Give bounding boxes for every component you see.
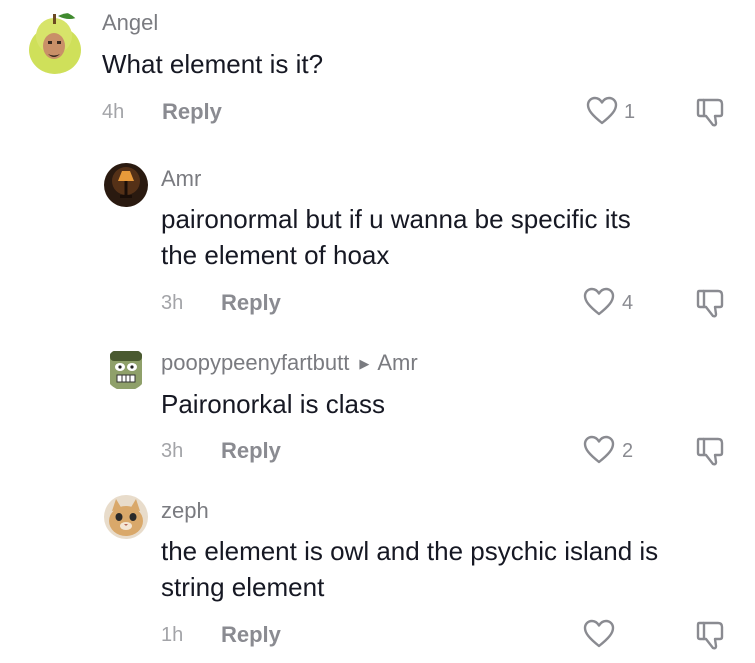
heart-icon[interactable] — [583, 619, 615, 649]
comment-text: the element is owl and the psychic islan… — [161, 533, 658, 605]
comment-text-line: string element — [161, 572, 325, 602]
comment-author[interactable]: zeph — [161, 498, 209, 524]
dislike-icon[interactable] — [694, 619, 726, 651]
reply-button[interactable]: Reply — [221, 622, 281, 648]
author-name: zeph — [161, 498, 209, 523]
cat-avatar-icon — [104, 495, 148, 539]
avatar[interactable] — [104, 495, 148, 539]
comment-zeph: zeph the element is owl and the psychic … — [0, 0, 755, 663]
comment-text-line: the element is owl and the psychic islan… — [161, 536, 659, 566]
comment-time: 1h — [161, 624, 184, 646]
